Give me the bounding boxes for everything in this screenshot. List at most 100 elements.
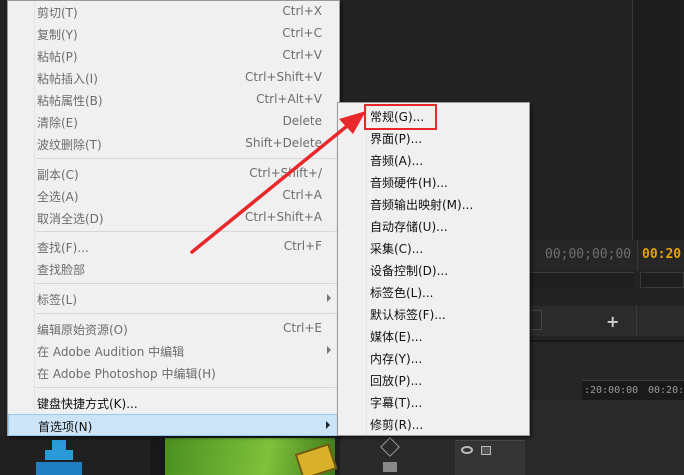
menu-item-edit-in-audition[interactable]: 在 Adobe Audition 中编辑	[8, 340, 339, 362]
menu-item-paste-insert[interactable]: 粘帖插入(I) Ctrl+Shift+V	[8, 67, 339, 89]
add-button[interactable]: +	[606, 314, 619, 330]
menu-item-label: 取消全选(D)	[37, 212, 104, 226]
submenu-item-label: 标签色(L)...	[370, 286, 434, 300]
menu-item-keyboard-shortcuts[interactable]: 键盘快捷方式(K)...	[8, 392, 339, 414]
submenu-item-label: 内存(Y)...	[370, 352, 423, 366]
submenu-item-playback[interactable]: 回放(P)...	[338, 369, 529, 391]
menu-item-paste-attributes[interactable]: 粘帖属性(B) Ctrl+Alt+V	[8, 89, 339, 111]
menu-item-duplicate[interactable]: 副本(C) Ctrl+Shift+/	[8, 163, 339, 185]
menu-separator	[36, 283, 337, 284]
submenu-item-interface[interactable]: 界面(P)...	[338, 127, 529, 149]
menu-item-select-all[interactable]: 全选(A) Ctrl+A	[8, 185, 339, 207]
preferences-submenu: 常规(G)... 界面(P)... 音频(A)... 音频硬件(H)... 音频…	[337, 102, 530, 436]
submenu-item-auto-save[interactable]: 自动存储(U)...	[338, 215, 529, 237]
menu-item-preferences[interactable]: 首选项(N)	[8, 414, 339, 436]
menu-item-shortcut: Ctrl+Shift+V	[245, 70, 322, 84]
submenu-item-trim[interactable]: 修剪(R)...	[338, 413, 529, 435]
menu-item-shortcut: Delete	[282, 114, 322, 128]
thumbnail-edge	[150, 438, 165, 475]
submenu-item-label: 媒体(E)...	[370, 330, 423, 344]
submenu-item-label: 自动存储(U)...	[370, 220, 448, 234]
menu-item-find-faces[interactable]: 查找脸部	[8, 258, 339, 280]
submenu-arrow-icon	[326, 421, 330, 429]
menu-item-label: 复制(Y)	[37, 28, 78, 42]
menu-item-shortcut: Ctrl+E	[283, 321, 322, 335]
submenu-item-device-control[interactable]: 设备控制(D)...	[338, 259, 529, 281]
hierarchy-icon-top	[52, 440, 66, 450]
menu-item-label: 波纹删除(T)	[37, 138, 102, 152]
timecode-right: 00:20:	[642, 247, 684, 262]
menu-item-ripple-delete[interactable]: 波纹删除(T) Shift+Delete	[8, 133, 339, 155]
submenu-item-capture[interactable]: 采集(C)...	[338, 237, 529, 259]
menu-item-label: 首选项(N)	[38, 420, 93, 434]
scrub-bar-right[interactable]	[640, 272, 684, 288]
ruler-time-left: :20:00:00	[584, 385, 639, 396]
annotation-highlight-box	[364, 104, 437, 130]
submenu-item-label: 音频输出映射(M)...	[370, 198, 474, 212]
submenu-arrow-icon	[327, 346, 331, 354]
submenu-item-label: 采集(C)...	[370, 242, 424, 256]
menu-item-edit-in-photoshop[interactable]: 在 Adobe Photoshop 中编辑(H)	[8, 362, 339, 384]
submenu-item-audio[interactable]: 音频(A)...	[338, 149, 529, 171]
ruler-time-right: 00:20:1	[648, 385, 684, 396]
submenu-arrow-icon	[327, 294, 331, 302]
menu-item-paste[interactable]: 粘帖(P) Ctrl+V	[8, 45, 339, 67]
menu-item-label: 副本(C)	[37, 168, 79, 182]
menu-item-label-submenu[interactable]: 标签(L)	[8, 288, 339, 310]
eye-icon[interactable]	[461, 446, 473, 454]
submenu-item-label-colors[interactable]: 标签色(L)...	[338, 281, 529, 303]
menu-item-find[interactable]: 查找(F)... Ctrl+F	[8, 236, 339, 258]
submenu-item-media[interactable]: 媒体(E)...	[338, 325, 529, 347]
menu-item-label: 全选(A)	[37, 190, 79, 204]
menu-separator	[36, 387, 337, 388]
submenu-item-memory[interactable]: 内存(Y)...	[338, 347, 529, 369]
side-monitor-panel	[632, 0, 684, 240]
menu-item-label: 编辑原始资源(O)	[37, 323, 128, 337]
razor-tool-icon[interactable]	[383, 462, 397, 472]
menu-item-copy[interactable]: 复制(Y) Ctrl+C	[8, 23, 339, 45]
menu-item-shortcut: Shift+Delete	[245, 136, 322, 150]
menu-separator	[36, 231, 337, 232]
menu-item-shortcut: Ctrl+C	[282, 26, 322, 40]
menu-item-label: 标签(L)	[37, 293, 78, 307]
hierarchy-icon-bottom	[36, 462, 82, 475]
menu-item-label: 在 Adobe Audition 中编辑	[37, 345, 185, 359]
submenu-item-label: 字幕(T)...	[370, 396, 423, 410]
menu-item-label: 粘帖插入(I)	[37, 72, 98, 86]
menu-item-label: 粘帖属性(B)	[37, 94, 103, 108]
edit-menu: 剪切(T) Ctrl+X 复制(Y) Ctrl+C 粘帖(P) Ctrl+V 粘…	[7, 0, 340, 436]
menu-item-label: 查找(F)...	[37, 241, 89, 255]
submenu-item-titler[interactable]: 字幕(T)...	[338, 391, 529, 413]
menu-item-label: 查找脸部	[37, 263, 86, 277]
menu-item-label: 在 Adobe Photoshop 中编辑(H)	[37, 367, 216, 381]
menu-item-cut[interactable]: 剪切(T) Ctrl+X	[8, 1, 339, 23]
submenu-item-label: 界面(P)...	[370, 132, 423, 146]
submenu-item-audio-hardware[interactable]: 音频硬件(H)...	[338, 171, 529, 193]
menu-item-clear[interactable]: 清除(E) Delete	[8, 111, 339, 133]
menu-item-shortcut: Ctrl+Shift+/	[249, 166, 322, 180]
submenu-item-label: 回放(P)...	[370, 374, 423, 388]
menu-item-shortcut: Ctrl+Alt+V	[256, 92, 322, 106]
submenu-item-default-labels[interactable]: 默认标签(F)...	[338, 303, 529, 325]
menu-item-label: 键盘快捷方式(K)...	[37, 397, 138, 411]
control-divider	[636, 306, 637, 336]
menu-item-deselect-all[interactable]: 取消全选(D) Ctrl+Shift+A	[8, 207, 339, 229]
menu-item-shortcut: Ctrl+V	[282, 48, 322, 62]
menu-item-shortcut: Ctrl+A	[282, 188, 322, 202]
hierarchy-icon-middle	[45, 450, 73, 460]
menu-item-label: 剪切(T)	[37, 6, 78, 20]
submenu-item-label: 默认标签(F)...	[370, 308, 446, 322]
menu-item-shortcut: Ctrl+F	[283, 239, 322, 253]
menu-separator	[36, 313, 337, 314]
menu-separator	[36, 158, 337, 159]
menu-item-edit-original[interactable]: 编辑原始资源(O) Ctrl+E	[8, 318, 339, 340]
film-icon[interactable]	[481, 446, 491, 455]
menu-item-label: 粘帖(P)	[37, 50, 78, 64]
menu-item-shortcut: Ctrl+X	[282, 4, 322, 18]
timecode-divider	[637, 241, 638, 271]
menu-item-label: 清除(E)	[37, 116, 78, 130]
submenu-item-label: 音频硬件(H)...	[370, 176, 448, 190]
submenu-item-audio-output-mapping[interactable]: 音频输出映射(M)...	[338, 193, 529, 215]
timecode-left: 00;00;00;00	[545, 247, 632, 262]
submenu-item-label: 修剪(R)...	[370, 418, 424, 432]
